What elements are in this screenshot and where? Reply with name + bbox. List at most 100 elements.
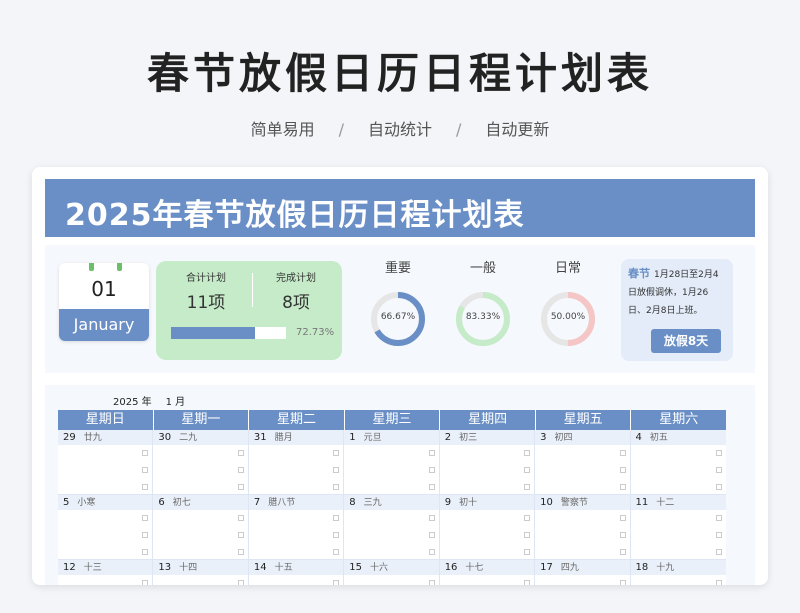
- day-header: 8 三九: [344, 495, 439, 510]
- calendar-day-cell[interactable]: 18 十九: [630, 560, 726, 585]
- done-plan-value: 8项: [282, 293, 310, 313]
- calendar-day-cell[interactable]: 31 腊月: [248, 430, 345, 495]
- task-checkbox[interactable]: [333, 467, 340, 473]
- task-checkbox[interactable]: [333, 532, 340, 538]
- progress-fill: [171, 327, 255, 339]
- day-header: 11 十二: [630, 495, 726, 510]
- task-checkbox[interactable]: [237, 450, 244, 456]
- day-number: 7: [253, 497, 261, 508]
- task-checkbox[interactable]: [428, 532, 435, 538]
- task-checkbox[interactable]: [237, 515, 244, 521]
- binder-ring-icon: [89, 263, 94, 271]
- task-checkbox[interactable]: [333, 549, 340, 555]
- lunar-date: 十九: [656, 563, 675, 573]
- tag-easy: 简单易用: [250, 120, 315, 139]
- calendar-day-cell[interactable]: 5 小寒: [58, 495, 154, 560]
- task-checkbox[interactable]: [333, 580, 340, 585]
- done-plan: 完成计划 8项: [256, 269, 336, 313]
- task-checkbox[interactable]: [142, 484, 149, 490]
- calendar-day-cell[interactable]: 7 腊八节: [248, 495, 345, 560]
- task-checkbox[interactable]: [524, 532, 531, 538]
- task-checkbox[interactable]: [715, 467, 722, 473]
- calendar-day-cell[interactable]: 9 初十: [439, 495, 536, 560]
- lunar-date: 十三: [83, 563, 102, 573]
- day-number: 15: [349, 562, 362, 573]
- task-checkbox[interactable]: [619, 515, 626, 521]
- task-checkbox[interactable]: [428, 484, 435, 490]
- calendar-day-cell[interactable]: 10 警察节: [535, 495, 631, 560]
- task-checkbox[interactable]: [237, 484, 244, 490]
- day-header: 7 腊八节: [248, 495, 344, 510]
- task-checkbox[interactable]: [237, 549, 244, 555]
- task-checkbox[interactable]: [715, 515, 722, 521]
- task-checkbox[interactable]: [715, 450, 722, 456]
- task-checkbox[interactable]: [333, 484, 340, 490]
- holiday-days-button[interactable]: 放假8天: [651, 329, 721, 353]
- day-header: 12 十三: [58, 560, 153, 575]
- task-checkbox[interactable]: [524, 467, 531, 473]
- day-header: 5 小寒: [58, 495, 153, 510]
- task-checkbox[interactable]: [619, 484, 626, 490]
- task-checkbox[interactable]: [715, 549, 722, 555]
- lunar-date: 十七: [465, 563, 484, 573]
- task-checkbox[interactable]: [524, 484, 531, 490]
- task-checkbox[interactable]: [142, 450, 149, 456]
- donut-normal: 一般 83.33%: [448, 257, 518, 348]
- calendar-day-cell[interactable]: 16 十七: [439, 560, 536, 585]
- weekday-label: 星期一: [153, 410, 250, 430]
- task-checkbox[interactable]: [715, 484, 722, 490]
- calendar-day-cell[interactable]: 29 廿九: [58, 430, 154, 495]
- task-checkbox[interactable]: [428, 515, 435, 521]
- task-checkbox[interactable]: [333, 450, 340, 456]
- task-checkbox[interactable]: [524, 580, 531, 585]
- task-checkbox[interactable]: [428, 467, 435, 473]
- task-checkbox[interactable]: [619, 580, 626, 585]
- task-checkbox[interactable]: [142, 580, 149, 585]
- calendar-day-cell[interactable]: 14 十五: [248, 560, 345, 585]
- calendar-day-cell[interactable]: 15 十六: [344, 560, 440, 585]
- task-checkbox[interactable]: [428, 549, 435, 555]
- holiday-name: 春节: [628, 267, 650, 280]
- lunar-date: 十二: [656, 498, 675, 508]
- calendar-day-cell[interactable]: 4 初五: [630, 430, 726, 495]
- task-checkbox[interactable]: [715, 580, 722, 585]
- task-checkbox[interactable]: [237, 532, 244, 538]
- task-checkbox[interactable]: [237, 467, 244, 473]
- task-checkbox[interactable]: [142, 532, 149, 538]
- task-checkbox[interactable]: [428, 580, 435, 585]
- calendar-day-cell[interactable]: 1 元旦: [344, 430, 440, 495]
- calendar: 2025 年1 月 星期日 星期一 星期二 星期三 星期四 星期五 星期六 29 廿九 30 二九…: [45, 385, 755, 585]
- lunar-date: 二九: [179, 433, 198, 443]
- calendar-day-cell[interactable]: 12 十三: [58, 560, 154, 585]
- task-checkbox[interactable]: [524, 450, 531, 456]
- task-checkbox[interactable]: [619, 467, 626, 473]
- task-checkbox[interactable]: [142, 467, 149, 473]
- calendar-day-cell[interactable]: 11 十二: [630, 495, 726, 560]
- calendar-day-cell[interactable]: 13 十四: [153, 560, 249, 585]
- task-checkbox[interactable]: [619, 532, 626, 538]
- lunar-date: 四九: [560, 563, 579, 573]
- day-header: 13 十四: [153, 560, 248, 575]
- task-checkbox[interactable]: [715, 532, 722, 538]
- banner-title: 2025年春节放假日历日程计划表: [65, 198, 525, 233]
- donut-chart: 83.33%: [454, 290, 512, 348]
- task-checkbox[interactable]: [237, 580, 244, 585]
- task-checkbox[interactable]: [619, 450, 626, 456]
- task-checkbox[interactable]: [142, 515, 149, 521]
- task-checkbox[interactable]: [333, 515, 340, 521]
- task-checkbox[interactable]: [428, 450, 435, 456]
- task-checkbox[interactable]: [142, 549, 149, 555]
- calendar-day-cell[interactable]: 2 初三: [439, 430, 536, 495]
- calendar-day-cell[interactable]: 17 四九: [535, 560, 631, 585]
- calendar-day-cell[interactable]: 8 三九: [344, 495, 440, 560]
- day-header: 6 初七: [153, 495, 248, 510]
- lunar-date: 初三: [459, 433, 478, 443]
- day-number: 4: [635, 432, 642, 443]
- day-number: 14: [253, 562, 267, 573]
- calendar-day-cell[interactable]: 6 初七: [153, 495, 249, 560]
- task-checkbox[interactable]: [619, 549, 626, 555]
- calendar-day-cell[interactable]: 30 二九: [153, 430, 249, 495]
- task-checkbox[interactable]: [524, 549, 531, 555]
- task-checkbox[interactable]: [524, 515, 531, 521]
- calendar-day-cell[interactable]: 3 初四: [535, 430, 631, 495]
